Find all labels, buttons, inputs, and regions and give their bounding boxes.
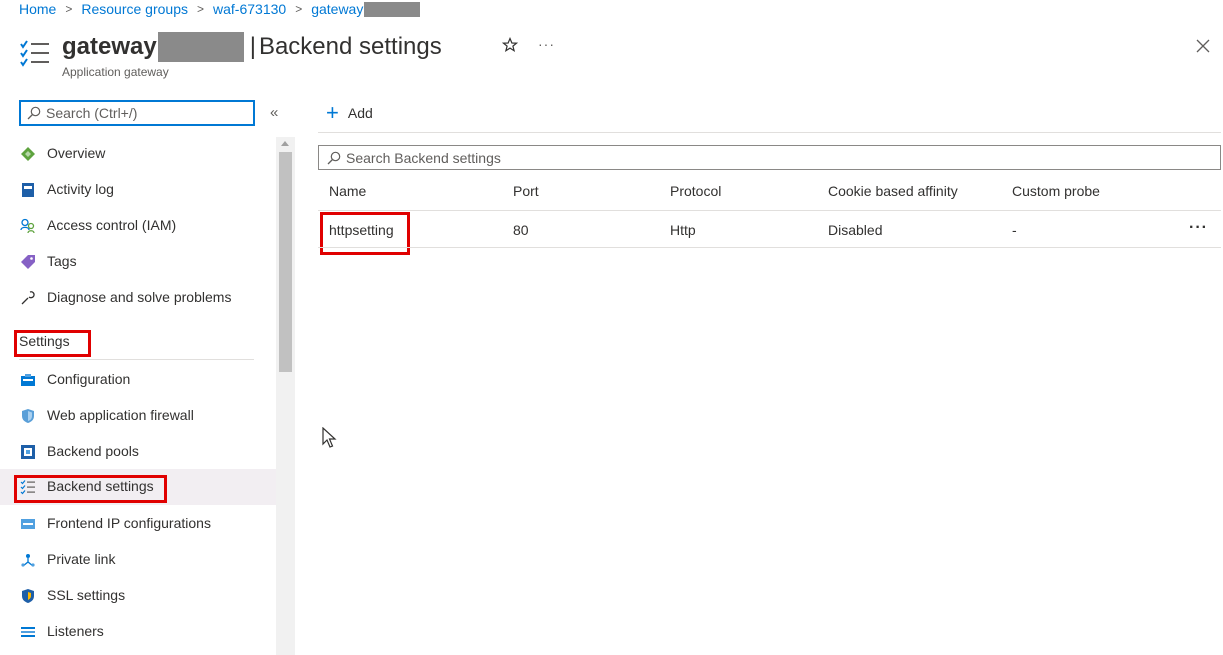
sidebar-item-backend-pools[interactable]: Backend pools — [0, 434, 276, 470]
cell-cookie-affinity: Disabled — [828, 222, 883, 238]
private-link-icon — [21, 554, 35, 567]
column-header-cookie-affinity[interactable]: Cookie based affinity — [828, 183, 958, 199]
plus-icon: + — [326, 100, 339, 125]
sidebar-item-configuration[interactable]: Configuration — [0, 362, 276, 398]
breadcrumb-resource-group[interactable]: waf-673130 — [213, 1, 286, 17]
sidebar-item-label: Listeners — [47, 623, 104, 639]
redaction-block — [157, 32, 244, 62]
section-divider — [19, 359, 254, 360]
title-separator: | — [249, 33, 256, 60]
breadcrumb-resource-groups[interactable]: Resource groups — [81, 1, 188, 17]
sidebar-search-input[interactable]: Search (Ctrl+/) — [19, 100, 255, 126]
sidebar-item-iam[interactable]: Access control (IAM) — [0, 208, 276, 244]
row-more-options-icon[interactable]: ··· — [1189, 219, 1208, 237]
sidebar-item-label: Activity log — [47, 181, 114, 197]
shield-icon — [22, 409, 34, 423]
backend-settings-search-input[interactable]: Search Backend settings — [318, 145, 1221, 170]
collapse-sidebar-icon[interactable]: « — [270, 104, 278, 121]
backend-pools-icon — [21, 445, 35, 459]
sidebar-item-label: Access control (IAM) — [47, 217, 177, 233]
row-divider — [318, 247, 1221, 248]
sidebar-item-waf[interactable]: Web application firewall — [0, 398, 276, 434]
resource-type-subtitle: Application gateway — [62, 65, 169, 79]
toolbar-divider — [318, 132, 1221, 133]
cell-protocol: Http — [670, 222, 696, 238]
resource-name: gateway — [62, 33, 157, 60]
search-icon — [27, 106, 41, 120]
star-icon[interactable] — [502, 37, 518, 53]
ssl-shield-icon — [22, 589, 34, 603]
sidebar-item-label: Diagnose and solve problems — [47, 289, 232, 305]
add-button-label: Add — [347, 105, 373, 121]
page-name: Backend settings — [258, 33, 442, 60]
sidebar-scrollbar[interactable] — [276, 137, 295, 655]
sidebar-item-tags[interactable]: Tags — [0, 244, 276, 280]
sidebar-item-ssl-settings[interactable]: SSL settings — [0, 578, 276, 614]
sidebar-item-label: Tags — [47, 253, 77, 269]
iam-icon — [20, 218, 35, 234]
table-header-divider — [318, 210, 1221, 211]
frontend-ip-icon — [21, 519, 35, 529]
more-options-icon[interactable]: ··· — [538, 36, 555, 52]
sidebar-item-diagnose[interactable]: Diagnose and solve problems — [0, 280, 276, 316]
overview-icon — [21, 147, 35, 161]
mouse-pointer-icon — [322, 427, 337, 448]
search-placeholder: Search Backend settings — [346, 149, 501, 166]
highlight-box — [14, 330, 91, 357]
cell-port: 80 — [513, 222, 529, 238]
listeners-icon — [21, 627, 35, 637]
backend-settings-header-icon — [20, 40, 49, 67]
sidebar-item-listeners[interactable]: Listeners — [0, 614, 276, 650]
sidebar-item-label: Overview — [47, 145, 106, 161]
redaction-block — [364, 1, 421, 17]
scrollbar-thumb[interactable] — [279, 152, 292, 372]
breadcrumb-home[interactable]: Home — [19, 1, 56, 17]
sidebar-item-label: SSL settings — [47, 587, 126, 603]
sidebar-item-private-link[interactable]: Private link — [0, 542, 276, 578]
column-header-protocol[interactable]: Protocol — [670, 183, 721, 199]
page-title: gateway | Backend settings — [62, 31, 442, 63]
highlight-box — [14, 475, 167, 503]
cell-custom-probe: - — [1012, 222, 1017, 238]
breadcrumb-separator: > — [65, 2, 73, 16]
sidebar-item-label: Configuration — [47, 371, 131, 387]
close-icon[interactable] — [1195, 38, 1211, 54]
wrench-icon — [21, 291, 35, 305]
sidebar-item-label: Private link — [47, 551, 116, 567]
breadcrumb-separator: > — [295, 2, 303, 16]
sidebar-item-label: Frontend IP configurations — [47, 515, 211, 531]
add-button[interactable]: + Add — [326, 102, 373, 124]
configuration-icon — [21, 374, 35, 386]
activity-log-icon — [22, 183, 34, 197]
column-header-port[interactable]: Port — [513, 183, 539, 199]
highlight-box — [320, 212, 410, 255]
sidebar-search-placeholder: Search (Ctrl+/) — [46, 105, 138, 121]
sidebar-item-label: Web application firewall — [47, 407, 194, 423]
column-header-name[interactable]: Name — [329, 183, 366, 199]
column-header-custom-probe[interactable]: Custom probe — [1012, 183, 1100, 199]
sidebar-item-activity-log[interactable]: Activity log — [0, 172, 276, 208]
tag-icon — [21, 255, 35, 269]
search-icon — [327, 151, 341, 164]
sidebar-item-overview[interactable]: Overview — [0, 136, 276, 172]
breadcrumb-gateway[interactable]: gateway — [311, 1, 363, 17]
breadcrumb-separator: > — [197, 2, 205, 16]
breadcrumb: Home > Resource groups > waf-673130 > ga… — [19, 0, 421, 18]
sidebar-item-frontend-ip[interactable]: Frontend IP configurations — [0, 506, 276, 542]
scroll-up-arrow-icon[interactable] — [281, 141, 289, 146]
sidebar-item-label: Backend pools — [47, 443, 139, 459]
